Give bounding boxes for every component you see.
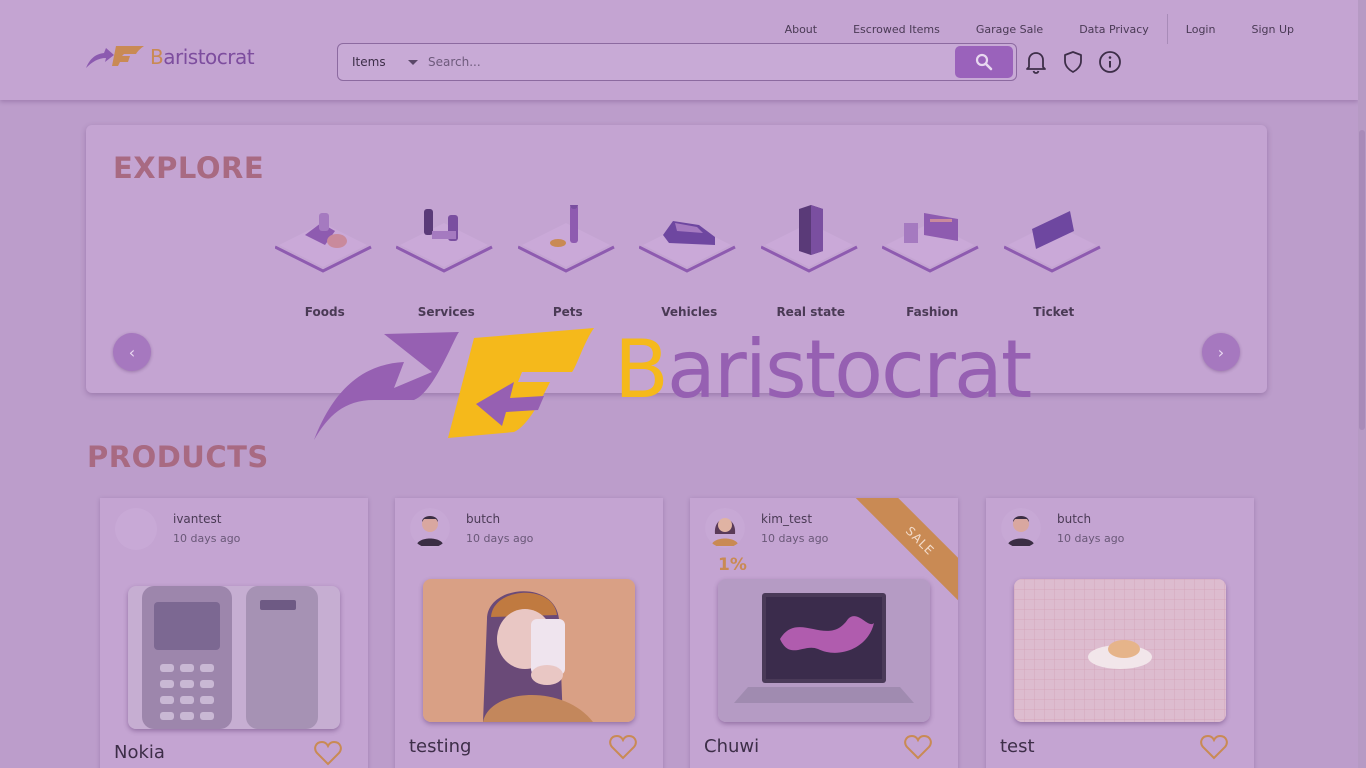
seller-info: ivantest 10 days ago xyxy=(115,508,240,550)
foods-icon xyxy=(274,213,372,273)
splash-brand-name: Baristocrat xyxy=(614,323,1032,416)
search-bar: Items xyxy=(337,43,1017,81)
avatar xyxy=(705,508,745,548)
avatar xyxy=(410,508,450,548)
avatar xyxy=(1001,508,1041,548)
car-icon xyxy=(639,221,736,273)
fashion-icon xyxy=(882,213,979,273)
product-image[interactable] xyxy=(1014,579,1226,722)
category-services[interactable]: Services xyxy=(386,205,508,319)
product-image[interactable] xyxy=(718,579,930,722)
illustration-image xyxy=(423,579,635,722)
product-name[interactable]: testing xyxy=(409,736,471,757)
posted-time: 10 days ago xyxy=(466,532,534,545)
brand-name: Baristocrat xyxy=(150,45,255,69)
chevron-left-icon: ‹ xyxy=(128,342,136,362)
seller-name[interactable]: butch xyxy=(466,512,533,526)
security-button[interactable] xyxy=(1061,50,1085,74)
nokia-phone-image xyxy=(128,586,340,729)
posted-time: 10 days ago xyxy=(1057,532,1125,545)
product-card[interactable]: butch 10 days ago testing xyxy=(395,498,663,768)
chevron-right-icon: › xyxy=(1217,342,1225,362)
notifications-button[interactable] xyxy=(1024,50,1048,74)
category-carousel: Foods Services Pets Vehicles Real state … xyxy=(264,205,1115,319)
carousel-next-button[interactable]: › xyxy=(1202,333,1240,371)
laptop-image xyxy=(718,579,930,722)
heart-icon[interactable] xyxy=(1200,734,1228,760)
search-button[interactable] xyxy=(955,46,1013,78)
search-input[interactable] xyxy=(428,55,955,69)
posted-time: 10 days ago xyxy=(173,532,241,545)
product-card[interactable]: kim_test 10 days ago SALE 1% Chuwi xyxy=(690,498,958,768)
building-icon xyxy=(760,205,858,273)
logo-mark-icon xyxy=(86,46,144,68)
category-label: Pets xyxy=(552,305,583,319)
bell-icon xyxy=(1026,52,1046,74)
seller-info: butch 10 days ago xyxy=(1001,508,1124,548)
garage-sale-link[interactable]: Garage Sale xyxy=(976,23,1043,36)
caret-down-icon xyxy=(408,60,418,65)
logo-mark-icon xyxy=(314,328,594,440)
shield-icon xyxy=(1064,51,1082,73)
pets-icon xyxy=(517,205,615,273)
category-vehicles[interactable]: Vehicles xyxy=(629,205,751,319)
splash-logo: Baristocrat xyxy=(314,328,1054,440)
category-label: Real state xyxy=(776,305,846,319)
scrollbar-thumb[interactable] xyxy=(1359,130,1365,430)
category-foods[interactable]: Foods xyxy=(264,205,386,319)
info-icon xyxy=(1099,51,1121,73)
carousel-prev-button[interactable]: ‹ xyxy=(113,333,151,371)
link-divider xyxy=(1166,14,1168,44)
heart-icon[interactable] xyxy=(904,734,932,760)
page-scrollbar[interactable] xyxy=(1358,0,1366,768)
seller-info: kim_test 10 days ago xyxy=(705,508,828,548)
product-image[interactable] xyxy=(128,586,340,729)
seller-name[interactable]: ivantest xyxy=(173,512,240,526)
top-navigation: Baristocrat About Escrowed Items Garage … xyxy=(0,0,1358,100)
category-pets[interactable]: Pets xyxy=(507,205,629,319)
category-select-value: Items xyxy=(352,55,386,69)
product-card[interactable]: ivantest 10 days ago Nokia xyxy=(100,498,368,768)
signup-link[interactable]: Sign Up xyxy=(1251,23,1294,36)
category-label: Ticket xyxy=(1033,305,1075,319)
posted-time: 10 days ago xyxy=(761,532,829,545)
top-links: About Escrowed Items Garage Sale Data Pr… xyxy=(749,14,1294,44)
heart-icon[interactable] xyxy=(314,740,342,766)
category-ticket[interactable]: Ticket xyxy=(993,205,1115,319)
product-name[interactable]: Chuwi xyxy=(704,736,759,757)
category-label: Vehicles xyxy=(661,305,718,319)
category-label: Foods xyxy=(304,305,345,319)
info-button[interactable] xyxy=(1098,50,1122,74)
header-icons xyxy=(1024,50,1135,74)
product-card[interactable]: butch 10 days ago test xyxy=(986,498,1254,768)
seller-info: butch 10 days ago xyxy=(410,508,533,548)
avatar xyxy=(115,508,157,550)
category-real-state[interactable]: Real state xyxy=(750,205,872,319)
category-label: Fashion xyxy=(906,305,959,319)
category-label: Services xyxy=(417,305,475,319)
product-name[interactable]: Nokia xyxy=(114,742,165,763)
search-icon xyxy=(975,53,993,71)
product-name[interactable]: test xyxy=(1000,736,1035,757)
explore-title: EXPLORE xyxy=(113,151,265,185)
products-title: PRODUCTS xyxy=(87,440,269,474)
login-link[interactable]: Login xyxy=(1186,23,1216,36)
data-privacy-link[interactable]: Data Privacy xyxy=(1079,23,1149,36)
brand-logo[interactable]: Baristocrat xyxy=(84,44,255,70)
escrowed-items-link[interactable]: Escrowed Items xyxy=(853,23,940,36)
seller-name[interactable]: butch xyxy=(1057,512,1124,526)
services-icon xyxy=(396,209,493,273)
discount-label: 1% xyxy=(718,555,747,575)
ticket-icon xyxy=(1003,211,1101,273)
category-select[interactable]: Items xyxy=(338,44,418,80)
heart-icon[interactable] xyxy=(609,734,637,760)
product-image[interactable] xyxy=(423,579,635,722)
seller-name[interactable]: kim_test xyxy=(761,512,828,526)
grid-pad-image xyxy=(1014,579,1226,722)
category-fashion[interactable]: Fashion xyxy=(872,205,994,319)
about-link[interactable]: About xyxy=(785,23,818,36)
